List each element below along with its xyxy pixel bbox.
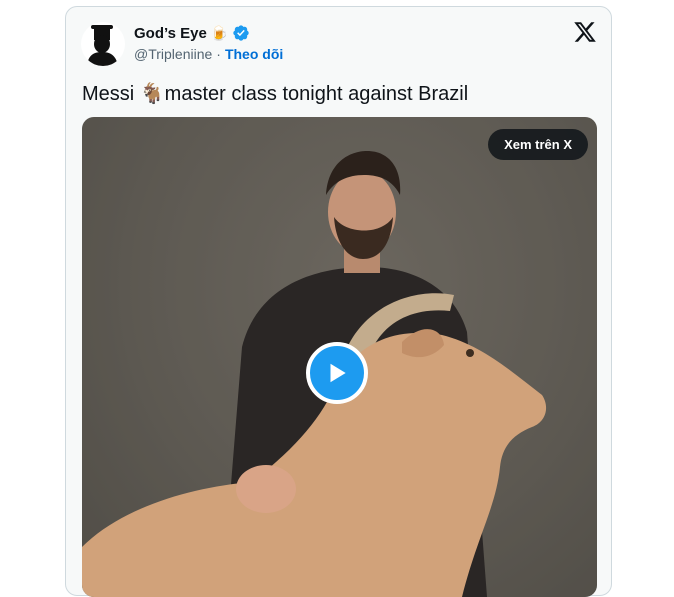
verified-badge-icon [233, 25, 249, 41]
play-button[interactable] [306, 342, 368, 404]
avatar-silhouette-image [87, 25, 118, 66]
view-on-x-button[interactable]: Xem trên X [488, 129, 588, 160]
embedded-tweet-card[interactable]: God’s Eye 🍺 @Tripleniine · Theo dõi Mess… [65, 6, 612, 597]
avatar[interactable] [81, 22, 125, 66]
x-logo-icon[interactable] [573, 20, 597, 44]
handle[interactable]: @Tripleniine [134, 46, 212, 62]
hand-shape [236, 465, 296, 513]
display-name[interactable]: God’s Eye [134, 25, 207, 42]
play-icon [330, 363, 346, 383]
beer-emoji-icon: 🍺 [210, 25, 229, 41]
separator-dot: · [216, 46, 221, 62]
follow-link[interactable]: Theo dõi [225, 46, 283, 62]
video-media[interactable]: Xem trên X [82, 117, 597, 597]
author-name-row[interactable]: God’s Eye 🍺 [134, 24, 250, 42]
tweet-text: Messi 🐐master class tonight against Braz… [82, 83, 469, 105]
handle-row: @Tripleniine · Theo dõi [134, 46, 283, 62]
